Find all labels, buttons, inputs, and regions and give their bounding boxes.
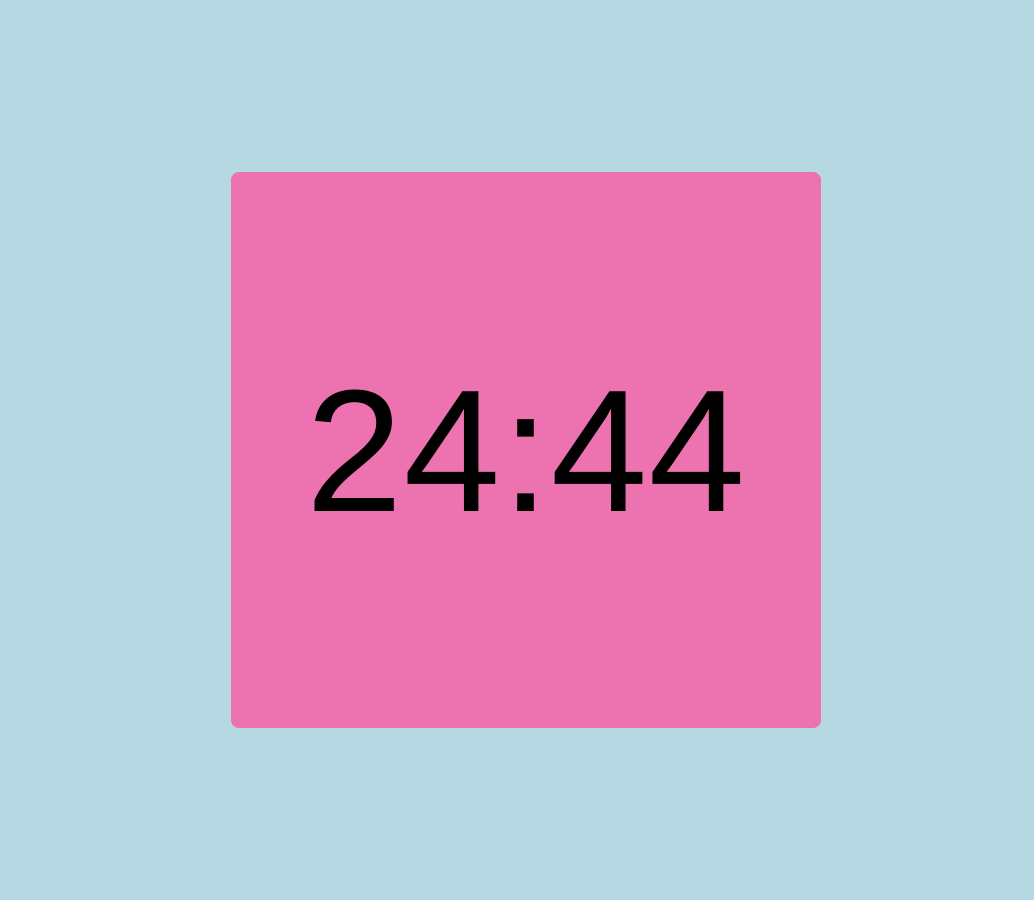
timer-card: 24:44 — [231, 172, 821, 728]
timer-display: 24:44 — [305, 353, 747, 548]
app-background: { "timer": { "display_text": "24:44" }, … — [0, 0, 1034, 900]
